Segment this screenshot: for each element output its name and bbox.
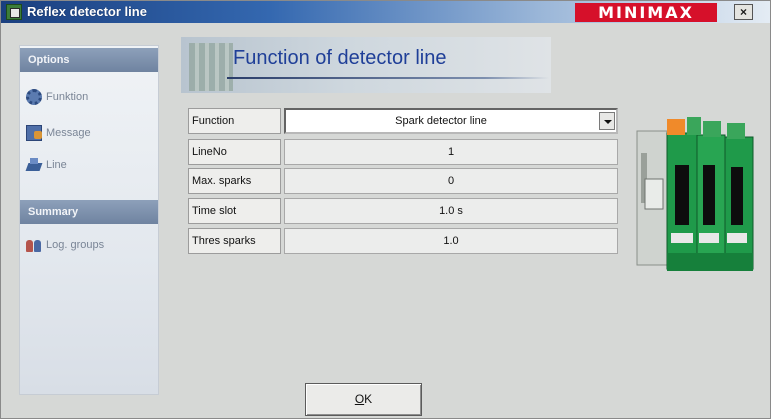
summary-header: Summary [20,200,158,224]
time-slot-field[interactable]: 1.0 s [284,198,618,224]
sidebar-item-label: Funktion [46,91,89,103]
field-label: Time slot [188,198,281,224]
form-row-function: Function Spark detector line [188,108,620,134]
chevron-down-icon [604,120,612,124]
message-icon [26,125,42,141]
field-label: LineNo [188,139,281,165]
dialog-window: Reflex detector line MINIMAX × Options F… [0,0,771,419]
groups-icon [26,237,42,253]
sidebar-item-label: Log. groups [46,239,105,251]
field-label: Max. sparks [188,168,281,194]
max-sparks-field[interactable]: 0 [284,168,618,194]
line-icon [26,157,42,173]
sidebar-item-line[interactable]: Line [26,154,154,176]
sidebar-item-label: Line [46,159,67,171]
form-row-max-sparks: Max. sparks 0 [188,168,620,194]
sidebar: Options Funktion Message Line Summary Lo… [19,45,159,395]
sidebar-item-log-groups[interactable]: Log. groups [26,234,154,256]
function-select[interactable]: Spark detector line [284,108,618,134]
title-bar: Reflex detector line MINIMAX × [1,1,770,23]
function-select-value: Spark detector line [395,115,487,127]
gear-icon [26,89,42,105]
thres-sparks-field[interactable]: 1.0 [284,228,618,254]
field-label: Thres sparks [188,228,281,254]
options-header: Options [20,48,158,72]
header-device-graphic [189,43,233,91]
form-row-time-slot: Time slot 1.0 s [188,198,620,224]
sidebar-item-label: Message [46,127,91,139]
ok-label-mnemonic: O [354,392,365,406]
sidebar-item-message[interactable]: Message [26,122,154,144]
ok-button[interactable]: OK [305,383,422,416]
sidebar-item-funktion[interactable]: Funktion [26,86,154,108]
app-icon [6,4,22,20]
close-button[interactable]: × [734,4,753,20]
field-label: Function [188,108,281,134]
ok-label-rest: K [364,392,373,406]
window-title: Reflex detector line [27,4,147,19]
lineno-field[interactable]: 1 [284,139,618,165]
settings-form: Function Spark detector line LineNo 1 Ma… [188,108,620,260]
close-icon: × [739,5,747,19]
title-underline [227,77,549,79]
minimax-logo: MINIMAX [575,3,717,22]
detector-module-image [636,117,754,271]
page-title: Function of detector line [233,47,447,69]
form-row-lineno: LineNo 1 [188,139,620,165]
dropdown-button[interactable] [599,112,615,130]
form-row-thres-sparks: Thres sparks 1.0 [188,228,620,254]
